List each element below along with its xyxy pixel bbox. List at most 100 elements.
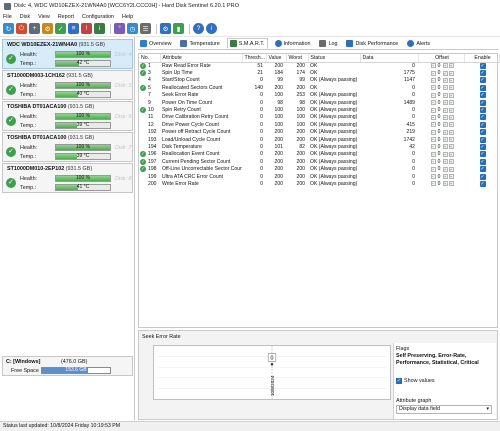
enable-toggle[interactable]: ✓ <box>464 77 499 84</box>
log-icon[interactable]: ☰ <box>140 23 151 34</box>
checkbox-checked-icon[interactable]: ✓ <box>479 158 486 165</box>
enable-toggle[interactable]: ✓ <box>464 129 499 136</box>
offset-increase-button[interactable]: + <box>442 181 448 187</box>
enable-toggle[interactable]: ✓ <box>464 99 499 106</box>
offset-control[interactable]: −0 + + <box>418 106 464 113</box>
offset-control[interactable]: −0 + + <box>418 92 464 99</box>
smart-row[interactable]: ✓ 196 Reallocation Event Count 0 200 200 OK (A… <box>139 151 499 158</box>
offset-decrease-button[interactable]: − <box>430 100 436 106</box>
smart-row[interactable]: 200 Write Error Rate 0 200 200 OK (Always pas… <box>139 180 499 187</box>
smart-row[interactable]: ✓ 198 Off-Line Uncorrectable Sector Count 0… <box>139 165 499 173</box>
menu-file[interactable]: File <box>3 14 12 20</box>
offset-decrease-button[interactable]: − <box>430 122 436 128</box>
show-values-checkbox[interactable]: ✓ Show values <box>396 378 435 384</box>
checkbox-checked-icon[interactable]: ✓ <box>479 107 486 114</box>
col-offset[interactable]: Offset <box>418 54 465 63</box>
col-no[interactable]: No. <box>139 54 161 63</box>
offset-control[interactable]: −0 + + <box>418 84 464 91</box>
checkbox-checked-icon[interactable]: ✓ <box>479 77 486 84</box>
temperature-icon[interactable]: ° <box>114 23 125 34</box>
smart-row[interactable]: 9 Power On Time Count 0 98 98 OK (Always pass… <box>139 99 499 106</box>
enable-toggle[interactable]: ✓ <box>464 121 499 128</box>
test-icon[interactable]: ✓ <box>55 23 66 34</box>
smart-row[interactable]: 194 Disk Temperature 0 101 82 OK (Always pass… <box>139 143 499 150</box>
checkbox-checked-icon[interactable]: ✓ <box>479 166 486 173</box>
offset-decrease-button[interactable]: − <box>430 63 436 69</box>
offset-control[interactable]: −0 + + <box>418 173 464 180</box>
col-attribute[interactable]: Attribute <box>160 54 243 63</box>
enable-toggle[interactable]: ✓ <box>464 84 499 91</box>
offset-control[interactable]: −0 + + <box>418 136 464 143</box>
checkbox-checked-icon[interactable]: ✓ <box>479 114 486 121</box>
offset-reset-button[interactable]: + <box>448 181 454 187</box>
power-icon[interactable]: ⏻ <box>16 23 27 34</box>
offset-increase-button[interactable]: + <box>442 92 448 98</box>
col-threshold[interactable]: Thresh... <box>242 54 267 63</box>
smart-row[interactable]: 199 Ultra ATA CRC Error Count 0 200 200 OK (A… <box>139 173 499 180</box>
offset-decrease-button[interactable]: − <box>430 174 436 180</box>
enable-toggle[interactable]: ✓ <box>464 62 499 69</box>
checkbox-checked-icon[interactable]: ✓ <box>479 92 486 99</box>
offset-decrease-button[interactable]: − <box>430 181 436 187</box>
tab-temperature[interactable]: Temperature <box>178 38 221 49</box>
offset-reset-button[interactable]: + <box>448 137 454 143</box>
offset-increase-button[interactable]: + <box>442 174 448 180</box>
offset-increase-button[interactable]: + <box>442 129 448 135</box>
checkbox-checked-icon[interactable]: ✓ <box>479 129 486 136</box>
offset-decrease-button[interactable]: − <box>430 129 436 135</box>
enable-toggle[interactable]: ✓ <box>464 158 499 165</box>
disk-add-icon[interactable]: + <box>29 23 40 34</box>
offset-increase-button[interactable]: + <box>442 100 448 106</box>
refresh-icon[interactable]: ↻ <box>3 23 14 34</box>
enable-toggle[interactable]: ✓ <box>464 136 499 143</box>
offset-control[interactable]: −0 + + <box>418 77 464 84</box>
offset-decrease-button[interactable]: − <box>430 151 436 157</box>
offset-increase-button[interactable]: + <box>442 107 448 113</box>
offset-decrease-button[interactable]: − <box>430 85 436 91</box>
smart-row[interactable]: ✓ 10 Spin Retry Count 0 100 100 OK (Always pas… <box>139 106 499 114</box>
checkbox-checked-icon[interactable]: ✓ <box>479 70 486 77</box>
checkbox-checked-icon[interactable]: ✓ <box>479 180 486 187</box>
enable-toggle[interactable]: ✓ <box>464 69 499 77</box>
checkbox-checked-icon[interactable]: ✓ <box>479 121 486 128</box>
disk-card[interactable]: TOSHIBA DT01ACA100 (931.5 GB) ✓ Health: … <box>2 132 133 162</box>
checkbox-checked-icon[interactable]: ✓ <box>479 151 486 158</box>
offset-control[interactable]: −0 + + <box>418 143 464 150</box>
offset-reset-button[interactable]: + <box>448 107 454 113</box>
offset-reset-button[interactable]: + <box>448 63 454 69</box>
checkbox-checked-icon[interactable]: ✓ <box>479 99 486 106</box>
offset-reset-button[interactable]: + <box>448 85 454 91</box>
enable-toggle[interactable]: ✓ <box>464 151 499 158</box>
enable-toggle[interactable]: ✓ <box>464 143 499 150</box>
offset-control[interactable]: −0 + + <box>418 165 464 172</box>
smart-row[interactable]: 4 Start/Stop Count 0 99 99 OK (Always passing… <box>139 77 499 84</box>
disk-info-icon[interactable]: i <box>94 23 105 34</box>
offset-reset-button[interactable]: + <box>448 174 454 180</box>
smart-row[interactable]: 192 Power off Retract Cycle Count 0 200 200 O… <box>139 129 499 136</box>
offset-reset-button[interactable]: + <box>448 144 454 150</box>
menu-report[interactable]: Report <box>58 14 74 20</box>
disk-card[interactable]: TOSHIBA DT01ACA100 (931.5 GB) ✓ Health: … <box>2 101 133 131</box>
offset-increase-button[interactable]: + <box>442 63 448 69</box>
offset-reset-button[interactable]: + <box>448 92 454 98</box>
checkbox-checked-icon[interactable]: ✓ <box>479 62 486 69</box>
menu-help[interactable]: Help <box>122 14 133 20</box>
tab-overview[interactable]: Overview <box>138 38 173 49</box>
offset-decrease-button[interactable]: − <box>430 159 436 165</box>
offset-control[interactable]: −0 + + <box>418 99 464 106</box>
offset-reset-button[interactable]: + <box>448 166 454 172</box>
tab-information[interactable]: Information <box>273 38 313 49</box>
col-value[interactable]: Value <box>266 54 287 63</box>
offset-increase-button[interactable]: + <box>442 77 448 83</box>
tab-log[interactable]: Log <box>317 38 339 49</box>
menu-disk[interactable]: Disk <box>20 14 30 20</box>
schedule-icon[interactable]: ◷ <box>127 23 138 34</box>
offset-control[interactable]: −0 + + <box>418 129 464 136</box>
enable-toggle[interactable]: ✓ <box>464 92 499 99</box>
menu-view[interactable]: View <box>38 14 50 20</box>
offset-reset-button[interactable]: + <box>448 159 454 165</box>
disk-card[interactable]: ST1000DM010-2EP102 (931.5 GB) ✓ Health: … <box>2 163 133 193</box>
offset-increase-button[interactable]: + <box>442 144 448 150</box>
alert-icon[interactable]: ! <box>81 23 92 34</box>
disk-card[interactable]: ST1000DM003-1CH162 (931.5 GB) ✓ Health: … <box>2 70 133 100</box>
